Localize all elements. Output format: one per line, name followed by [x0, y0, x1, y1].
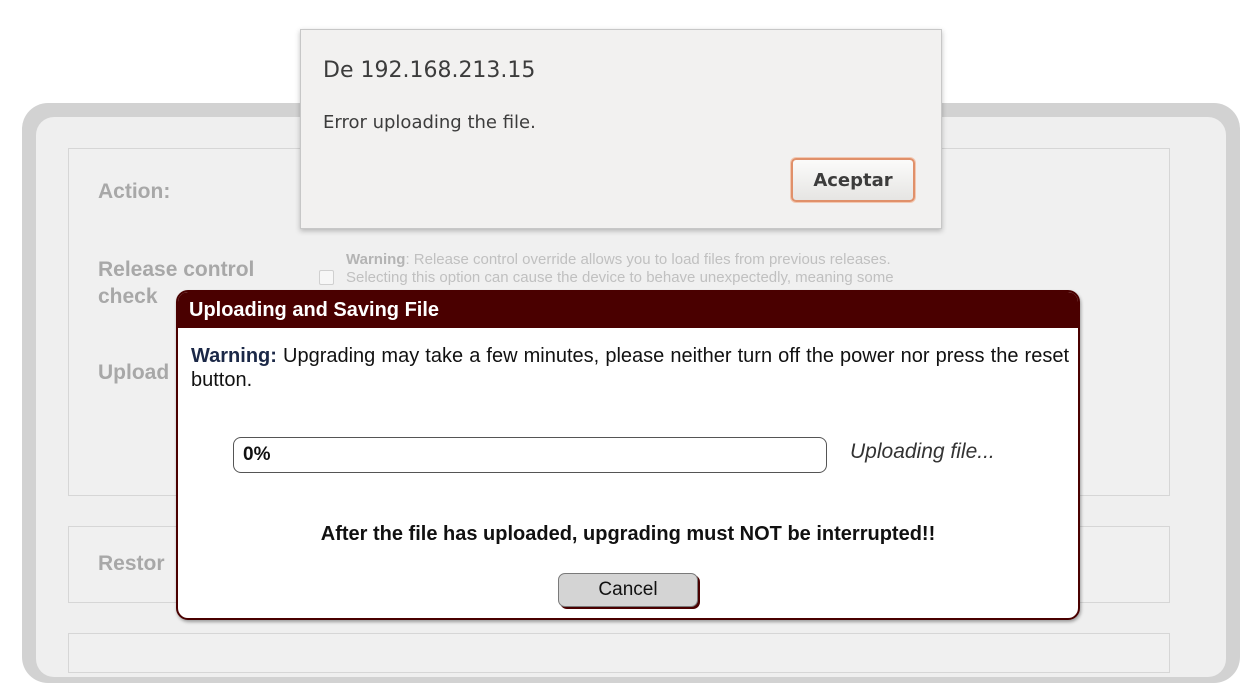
release-warning-line1: : Release control override allows you to…: [405, 251, 891, 268]
browser-alert-dialog: De 192.168.213.15 Error uploading the fi…: [300, 29, 942, 229]
alert-origin: De 192.168.213.15: [323, 58, 536, 83]
release-control-checkbox[interactable]: [319, 270, 334, 285]
release-control-label-line1: Release control: [98, 258, 255, 281]
aceptar-button[interactable]: Aceptar: [791, 158, 915, 202]
upload-progress-bar: 0%: [233, 437, 827, 473]
action-label: Action:: [98, 180, 171, 203]
modal-warning: Warning: Upgrading may take a few minute…: [191, 344, 1069, 392]
release-warning-text: Warning: Release control override allows…: [346, 251, 1146, 287]
release-warning-bold: Warning: [346, 251, 406, 268]
modal-warning-text: Upgrading may take a few minutes, please…: [191, 345, 1069, 391]
release-warning-line2: Selecting this option can cause the devi…: [346, 269, 894, 286]
alert-message: Error uploading the file.: [323, 112, 536, 133]
upload-status-text: Uploading file...: [850, 440, 995, 463]
modal-warning-label: Warning:: [191, 345, 277, 367]
upload-modal: Uploading and Saving File Warning: Upgra…: [176, 290, 1080, 620]
modal-title: Uploading and Saving File: [178, 292, 1078, 328]
progress-percent: 0%: [243, 444, 271, 465]
release-control-label-line2: check: [98, 285, 158, 308]
bottom-panel: [68, 633, 1170, 673]
upload-label: Upload: [98, 361, 170, 384]
cancel-button[interactable]: Cancel: [558, 573, 698, 607]
interrupt-notice: After the file has uploaded, upgrading m…: [320, 523, 936, 545]
restore-label: Restor: [98, 552, 165, 575]
